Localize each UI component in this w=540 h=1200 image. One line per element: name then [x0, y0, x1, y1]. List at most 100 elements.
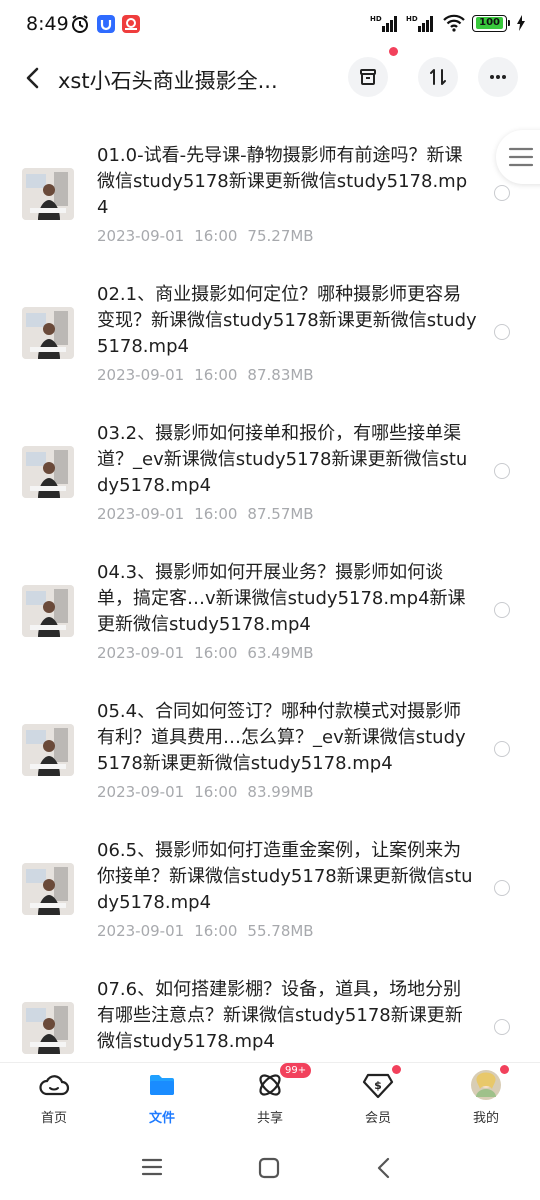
tab-mine[interactable]: 我的	[446, 1065, 526, 1133]
member-diamond-icon: $	[362, 1073, 394, 1099]
file-meta: 2023-09-01 16:00 87.57MB	[97, 505, 324, 523]
member-dot	[392, 1065, 401, 1074]
alarm-icon	[72, 15, 88, 33]
network-label-2: HD	[406, 15, 418, 23]
shopping-app-icon	[122, 15, 140, 33]
file-time: 16:00	[194, 922, 238, 940]
file-size: 75.27MB	[247, 227, 314, 245]
video-thumbnail	[22, 1002, 74, 1054]
video-thumbnail	[22, 307, 74, 359]
recent-apps-icon[interactable]	[140, 1157, 164, 1177]
sort-button[interactable]	[418, 57, 458, 97]
file-name: 01.0-试看-先导课-静物摄影师有前途吗？新课微信study5178新课更新微…	[97, 145, 468, 218]
video-thumbnail	[22, 446, 74, 498]
app-notification-icon	[97, 15, 115, 33]
file-list: 01.0-试看-先导课-静物摄影师有前途吗？新课微信study5178新课更新微…	[0, 138, 540, 1062]
video-thumbnail	[22, 585, 74, 637]
status-time: 8:49	[26, 13, 69, 35]
video-thumbnail	[22, 863, 74, 915]
file-size: 87.83MB	[247, 366, 314, 384]
file-row[interactable]: 07.6、如何搭建影棚？设备，道具，场地分别有哪些注意点？新课微信study51…	[0, 972, 540, 1062]
file-row[interactable]: 02.1、商业摄影如何定位？哪种摄影师更容易变现？新课微信study5178新课…	[0, 277, 540, 416]
file-name: 06.5、摄影师如何打造重金案例，让案例来为你接单？新课微信study5178新…	[97, 840, 473, 913]
share-badge: 99+	[280, 1063, 312, 1078]
status-bar: 8:49 HD HD 100	[0, 0, 540, 52]
file-row[interactable]: 03.2、摄影师如何接单和报价，有哪些接单渠道？_ev新课微信study5178…	[0, 416, 540, 555]
charging-icon	[517, 15, 525, 31]
bottom-navigation: 首页 文件 99+ 共享 $ 会员 我的	[0, 1062, 540, 1137]
file-time: 16:00	[194, 783, 238, 801]
system-navigation-bar	[0, 1136, 540, 1200]
file-name: 04.3、摄影师如何开展业务？摄影师如何谈单，搞定客…v新课微信study517…	[97, 562, 466, 635]
file-size: 87.57MB	[247, 505, 314, 523]
file-row[interactable]: 04.3、摄影师如何开展业务？摄影师如何谈单，搞定客…v新课微信study517…	[0, 555, 540, 694]
file-name: 07.6、如何搭建影棚？设备，道具，场地分别有哪些注意点？新课微信study51…	[97, 979, 463, 1052]
file-date: 2023-09-01	[97, 366, 185, 384]
file-date: 2023-09-01	[97, 783, 185, 801]
file-date: 2023-09-01	[97, 505, 185, 523]
wifi-icon	[443, 14, 465, 32]
file-date: 2023-09-01	[97, 922, 185, 940]
tab-files[interactable]: 文件	[122, 1069, 202, 1133]
file-meta: 2023-09-01 16:00 83.99MB	[97, 783, 324, 801]
file-row[interactable]: 01.0-试看-先导课-静物摄影师有前途吗？新课微信study5178新课更新微…	[0, 138, 540, 277]
system-back-icon[interactable]	[374, 1156, 394, 1180]
tab-home[interactable]: 首页	[14, 1069, 94, 1133]
file-size: 83.99MB	[247, 783, 314, 801]
signal-icon-1: HD	[370, 15, 398, 32]
top-bar: xst小石头商业摄影全...	[0, 47, 540, 104]
tab-mine-label: 我的	[472, 1111, 499, 1126]
tab-files-label: 文件	[148, 1111, 175, 1126]
file-date: 2023-09-01	[97, 227, 185, 245]
tab-home-label: 首页	[40, 1111, 67, 1126]
select-radio[interactable]	[494, 880, 510, 896]
file-time: 16:00	[194, 227, 238, 245]
back-arrow-icon[interactable]	[20, 64, 48, 92]
archive-button[interactable]	[348, 57, 388, 97]
file-time: 16:00	[194, 644, 238, 662]
more-icon	[490, 75, 506, 79]
archive-icon	[360, 69, 376, 85]
file-name: 03.2、摄影师如何接单和报价，有哪些接单渠道？_ev新课微信study5178…	[97, 423, 468, 496]
file-row[interactable]: 06.5、摄影师如何打造重金案例，让案例来为你接单？新课微信study5178新…	[0, 833, 540, 972]
home-button-icon[interactable]	[258, 1157, 280, 1179]
notification-dot	[389, 47, 398, 56]
select-radio[interactable]	[494, 185, 510, 201]
avatar	[471, 1070, 501, 1100]
file-size: 55.78MB	[247, 922, 314, 940]
signal-icon-2: HD	[406, 15, 434, 32]
folder-icon	[150, 1075, 174, 1095]
file-meta: 2023-09-01 16:00 87.83MB	[97, 366, 324, 384]
tab-share-label: 共享	[256, 1111, 283, 1126]
video-thumbnail	[22, 724, 74, 776]
select-radio[interactable]	[494, 324, 510, 340]
select-radio[interactable]	[494, 1019, 510, 1035]
select-radio[interactable]	[494, 602, 510, 618]
file-date: 2023-09-01	[97, 644, 185, 662]
video-thumbnail	[22, 168, 74, 220]
more-options-button[interactable]	[478, 57, 518, 97]
select-radio[interactable]	[494, 741, 510, 757]
file-name: 02.1、商业摄影如何定位？哪种摄影师更容易变现？新课微信study5178新课…	[97, 284, 477, 357]
mine-dot	[500, 1065, 509, 1074]
battery-indicator: 100	[472, 14, 510, 32]
cloud-home-icon	[39, 1075, 70, 1096]
file-time: 16:00	[194, 505, 238, 523]
network-label-1: HD	[370, 15, 382, 23]
tab-member-label: 会员	[364, 1111, 391, 1126]
select-radio[interactable]	[494, 463, 510, 479]
tab-member[interactable]: $ 会员	[338, 1065, 418, 1133]
svg-text:$: $	[374, 1079, 382, 1092]
battery-level: 100	[476, 17, 503, 29]
file-time: 16:00	[194, 366, 238, 384]
menu-icon	[508, 147, 534, 167]
file-name: 05.4、合同如何签订？哪种付款模式对摄影师有利？道具费用…怎么算？_ev新课微…	[97, 701, 466, 774]
file-size: 63.49MB	[247, 644, 314, 662]
file-meta: 2023-09-01 16:00 63.49MB	[97, 644, 324, 662]
tab-share[interactable]: 99+ 共享	[230, 1063, 312, 1133]
file-row[interactable]: 05.4、合同如何签订？哪种付款模式对摄影师有利？道具费用…怎么算？_ev新课微…	[0, 694, 540, 833]
folder-title: xst小石头商业摄影全...	[58, 69, 278, 93]
file-meta: 2023-09-01 16:00 55.78MB	[97, 922, 324, 940]
sort-icon	[430, 69, 446, 85]
file-meta: 2023-09-01 16:00 75.27MB	[97, 227, 324, 245]
